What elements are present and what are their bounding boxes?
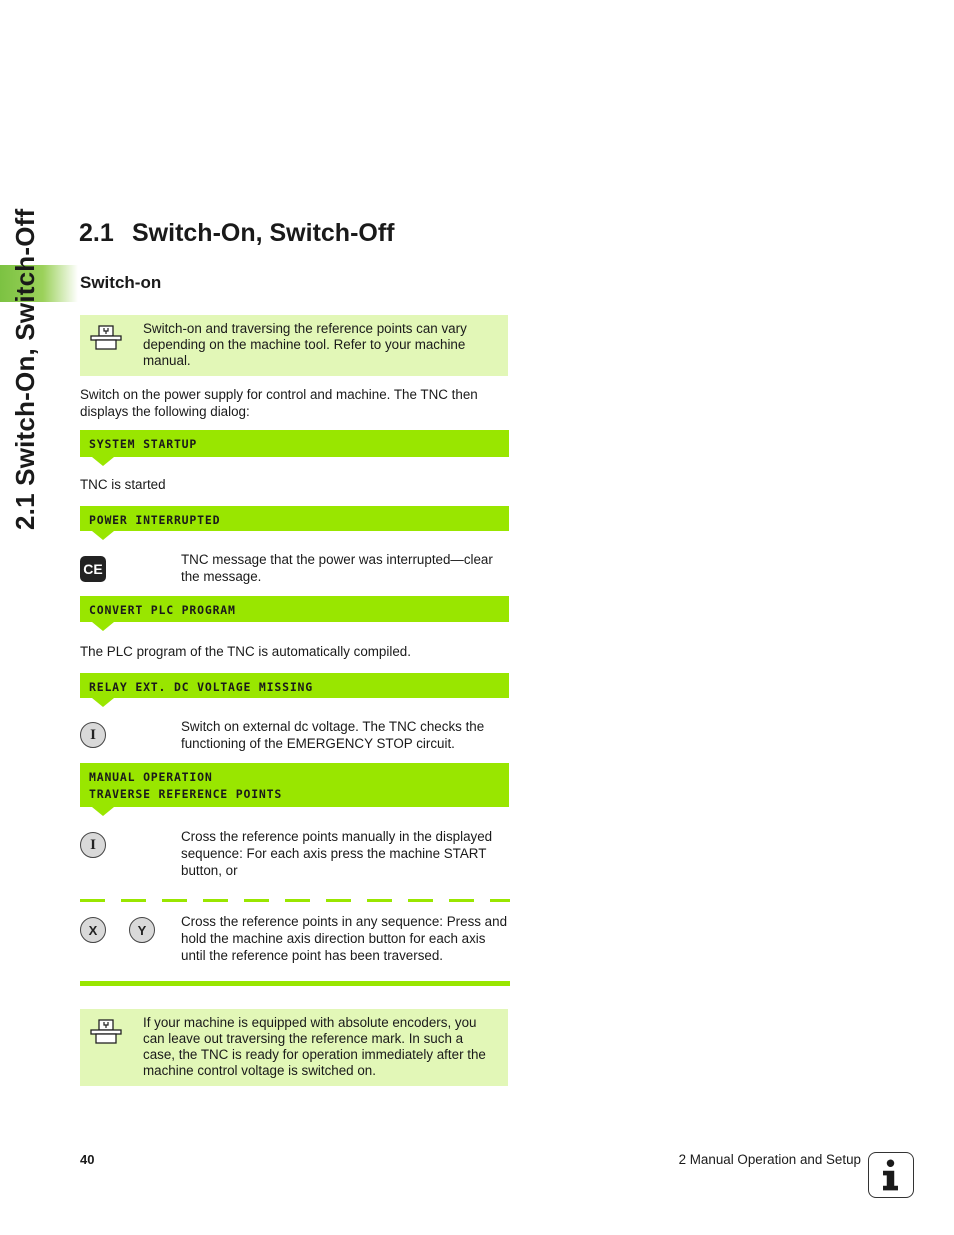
note-box: If your machine is equipped with absolut…	[80, 1009, 508, 1086]
step-tnc-started: TNC is started	[80, 477, 166, 492]
note-box: Switch-on and traversing the reference p…	[80, 315, 508, 376]
dialog-relay-dc-missing: RELAY EXT. DC VOLTAGE MISSING	[80, 673, 509, 707]
ce-key[interactable]: CE	[80, 556, 106, 582]
dialog-system-startup: SYSTEM STARTUP	[80, 430, 509, 466]
x-axis-key[interactable]: X	[80, 917, 106, 943]
section-number: 2.1	[79, 219, 114, 247]
dialog-power-interrupted: POWER INTERRUPTED	[80, 506, 509, 540]
step-manual-text: Cross the reference points manually in t…	[181, 829, 493, 878]
dialog-line: SYSTEM STARTUP	[89, 437, 198, 451]
chapter-title: 2 Manual Operation and Setup	[678, 1152, 861, 1167]
dialog-manual-operation: MANUAL OPERATION TRAVERSE REFERENCE POIN…	[80, 763, 509, 816]
note-text: Switch-on and traversing the reference p…	[143, 321, 467, 368]
dialog-line: CONVERT PLC PROGRAM	[89, 603, 236, 617]
dialog-line: RELAY EXT. DC VOLTAGE MISSING	[89, 680, 313, 694]
y-axis-key[interactable]: Y	[129, 917, 155, 943]
dialog-line: POWER INTERRUPTED	[89, 513, 221, 527]
page-title: 2.1 Switch-On, Switch-Off	[79, 219, 395, 248]
step-axis-text: Cross the reference points in any sequen…	[181, 914, 508, 963]
step-ce-text: TNC message that the power was interrupt…	[181, 552, 493, 584]
info-icon	[868, 1152, 914, 1198]
section-end-divider	[80, 981, 510, 986]
side-chapter-title: 2.1 Switch-On, Switch-Off	[10, 208, 40, 530]
machine-tool-icon	[90, 325, 122, 350]
step-plc-text: The PLC program of the TNC is automatica…	[80, 644, 411, 659]
dialog-convert-plc: CONVERT PLC PROGRAM	[80, 596, 509, 631]
intro-text: Switch on the power supply for control a…	[80, 387, 478, 419]
note-text: If your machine is equipped with absolut…	[143, 1015, 486, 1078]
start-key[interactable]: I	[80, 722, 106, 748]
page-number: 40	[80, 1152, 95, 1167]
subheading: Switch-on	[80, 273, 162, 292]
dashed-divider	[80, 899, 510, 902]
step-dc-text: Switch on external dc voltage. The TNC c…	[181, 719, 485, 751]
machine-tool-icon	[90, 1019, 122, 1044]
dialog-line: TRAVERSE REFERENCE POINTS	[89, 787, 283, 801]
dialog-line: MANUAL OPERATION	[89, 770, 213, 784]
start-key[interactable]: I	[80, 832, 106, 858]
section-title: Switch-On, Switch-Off	[132, 219, 395, 247]
